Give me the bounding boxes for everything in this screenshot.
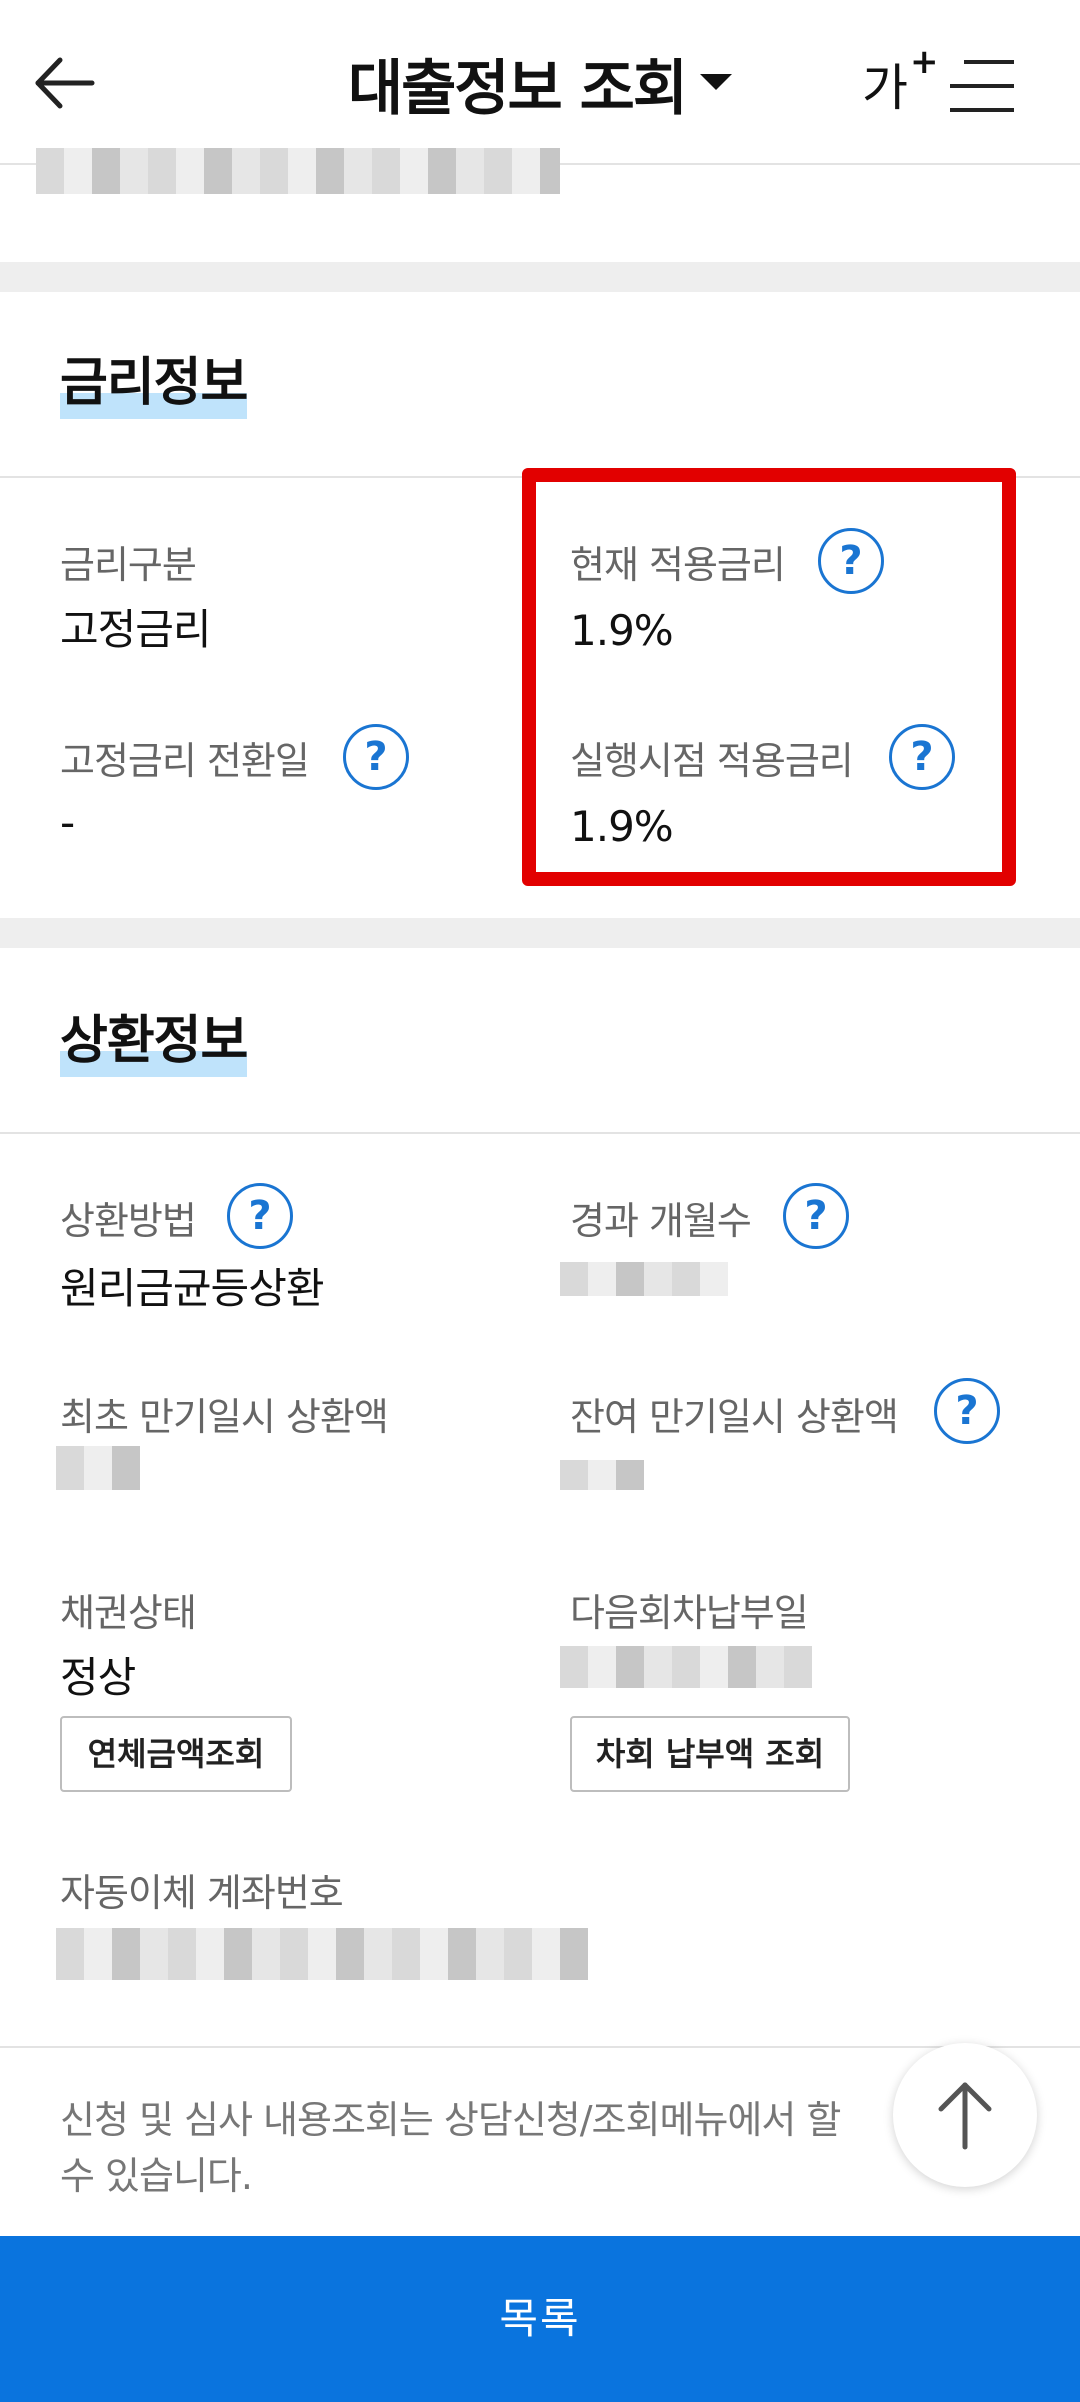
masked-loan-name — [36, 148, 560, 194]
masked-account-number — [56, 1928, 588, 1980]
masked-elapsed-months — [560, 1262, 728, 1296]
fixed-conversion-label: 고정금리 전환일 — [60, 739, 310, 783]
next-payment-date-label: 다음회차납부일 — [570, 1591, 809, 1635]
initial-maturity-label: 최초 만기일시 상환액 — [60, 1395, 389, 1439]
masked-remaining-maturity — [560, 1460, 644, 1490]
repay-method-label: 상환방법 — [60, 1199, 197, 1243]
plus-icon: + — [910, 42, 939, 83]
font-size-button[interactable]: 가+ — [862, 42, 939, 118]
page-title: 대출정보 조회 — [347, 54, 688, 124]
remaining-maturity-help-icon[interactable]: ? — [934, 1378, 1000, 1444]
repay-section-title: 상환정보 — [60, 998, 248, 1077]
rate-section-title: 금리정보 — [60, 340, 248, 419]
auto-transfer-label: 자동이체 계좌번호 — [60, 1871, 344, 1915]
notice-text: 신청 및 심사 내용조회는 상담신청/조회메뉴에서 할 수 있습니다. — [60, 2098, 841, 2198]
overdue-amount-button[interactable]: 연체금액조회 — [60, 1716, 292, 1792]
list-button[interactable]: 목록 — [0, 2236, 1080, 2402]
bond-status-label: 채권상태 — [60, 1591, 197, 1635]
masked-next-payment-date — [560, 1646, 812, 1688]
font-size-label: 가 — [862, 59, 908, 117]
annotation-highlight-box — [522, 468, 1016, 886]
section-gap — [0, 918, 1080, 948]
arrow-up-icon — [938, 2082, 992, 2150]
elapsed-months-label: 경과 개월수 — [570, 1199, 752, 1243]
repay-method-value: 원리금균등상환 — [60, 1264, 324, 1313]
hamburger-menu-icon[interactable] — [950, 60, 1014, 112]
rate-type-value: 고정금리 — [60, 605, 212, 654]
next-payment-amount-button[interactable]: 차회 납부액 조회 — [570, 1716, 850, 1792]
app-header: 대출정보 조회 가+ — [0, 0, 1080, 165]
elapsed-months-help-icon[interactable]: ? — [783, 1183, 849, 1249]
fixed-conversion-value: - — [60, 798, 75, 847]
caret-down-icon — [700, 73, 733, 90]
fixed-conversion-help-icon[interactable]: ? — [343, 724, 409, 790]
masked-initial-maturity — [56, 1446, 140, 1490]
repay-method-help-icon[interactable]: ? — [227, 1183, 293, 1249]
scroll-to-top-button[interactable] — [893, 2043, 1037, 2187]
rate-type-label: 금리구분 — [60, 543, 197, 587]
bond-status-value: 정상 — [60, 1653, 136, 1702]
remaining-maturity-label: 잔여 만기일시 상환액 — [570, 1395, 899, 1439]
section-divider — [0, 1132, 1080, 1134]
section-gap — [0, 262, 1080, 292]
